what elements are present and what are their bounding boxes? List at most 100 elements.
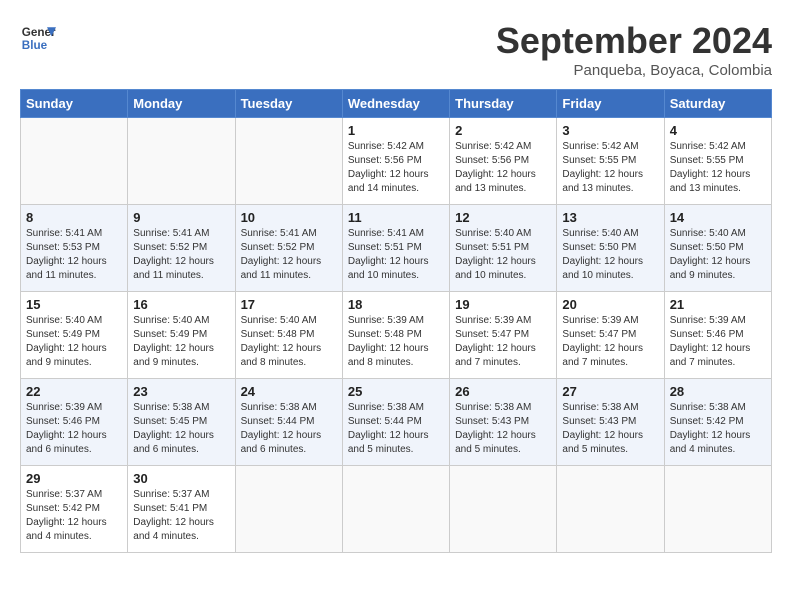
day-number: 27 bbox=[562, 384, 658, 399]
week-row-1: 1 Sunrise: 5:42 AM Sunset: 5:56 PM Daylig… bbox=[21, 118, 772, 205]
day-number: 25 bbox=[348, 384, 444, 399]
day-number: 1 bbox=[348, 123, 444, 138]
header-thursday: Thursday bbox=[450, 90, 557, 118]
day-detail: Sunrise: 5:40 AM Sunset: 5:51 PM Dayligh… bbox=[455, 227, 551, 283]
day-detail: Sunrise: 5:39 AM Sunset: 5:47 PM Dayligh… bbox=[455, 314, 551, 370]
day-number: 23 bbox=[133, 384, 229, 399]
header-wednesday: Wednesday bbox=[342, 90, 449, 118]
day-cell-12: 12 Sunrise: 5:40 AM Sunset: 5:51 PM Dayli… bbox=[450, 205, 557, 292]
day-detail: Sunrise: 5:39 AM Sunset: 5:47 PM Dayligh… bbox=[562, 314, 658, 370]
day-number: 26 bbox=[455, 384, 551, 399]
week-row-4: 22 Sunrise: 5:39 AM Sunset: 5:46 PM Dayli… bbox=[21, 379, 772, 466]
day-cell-24: 24 Sunrise: 5:38 AM Sunset: 5:44 PM Dayli… bbox=[235, 379, 342, 466]
day-detail: Sunrise: 5:41 AM Sunset: 5:51 PM Dayligh… bbox=[348, 227, 444, 283]
header-sunday: Sunday bbox=[21, 90, 128, 118]
day-cell-27: 27 Sunrise: 5:38 AM Sunset: 5:43 PM Dayli… bbox=[557, 379, 664, 466]
header-friday: Friday bbox=[557, 90, 664, 118]
logo: General Blue bbox=[20, 20, 60, 56]
day-number: 10 bbox=[241, 210, 337, 225]
day-number: 12 bbox=[455, 210, 551, 225]
day-detail: Sunrise: 5:38 AM Sunset: 5:42 PM Dayligh… bbox=[670, 401, 766, 457]
day-cell-28: 28 Sunrise: 5:38 AM Sunset: 5:42 PM Dayli… bbox=[664, 379, 771, 466]
empty-cell bbox=[557, 466, 664, 553]
day-cell-13: 13 Sunrise: 5:40 AM Sunset: 5:50 PM Dayli… bbox=[557, 205, 664, 292]
day-number: 8 bbox=[26, 210, 122, 225]
empty-cell bbox=[235, 466, 342, 553]
subtitle: Panqueba, Boyaca, Colombia bbox=[496, 62, 772, 79]
day-detail: Sunrise: 5:42 AM Sunset: 5:56 PM Dayligh… bbox=[348, 140, 444, 196]
day-cell-10: 10 Sunrise: 5:41 AM Sunset: 5:52 PM Dayli… bbox=[235, 205, 342, 292]
title-area: September 2024 Panqueba, Boyaca, Colombi… bbox=[496, 20, 772, 79]
day-detail: Sunrise: 5:38 AM Sunset: 5:44 PM Dayligh… bbox=[348, 401, 444, 457]
day-number: 30 bbox=[133, 471, 229, 486]
day-detail: Sunrise: 5:38 AM Sunset: 5:43 PM Dayligh… bbox=[455, 401, 551, 457]
day-detail: Sunrise: 5:40 AM Sunset: 5:49 PM Dayligh… bbox=[133, 314, 229, 370]
day-cell-21: 21 Sunrise: 5:39 AM Sunset: 5:46 PM Dayli… bbox=[664, 292, 771, 379]
day-number: 24 bbox=[241, 384, 337, 399]
day-number: 21 bbox=[670, 297, 766, 312]
day-number: 14 bbox=[670, 210, 766, 225]
day-number: 18 bbox=[348, 297, 444, 312]
day-detail: Sunrise: 5:40 AM Sunset: 5:49 PM Dayligh… bbox=[26, 314, 122, 370]
calendar-table: SundayMondayTuesdayWednesdayThursdayFrid… bbox=[20, 89, 772, 553]
day-number: 15 bbox=[26, 297, 122, 312]
day-detail: Sunrise: 5:39 AM Sunset: 5:48 PM Dayligh… bbox=[348, 314, 444, 370]
day-detail: Sunrise: 5:42 AM Sunset: 5:55 PM Dayligh… bbox=[562, 140, 658, 196]
day-detail: Sunrise: 5:38 AM Sunset: 5:43 PM Dayligh… bbox=[562, 401, 658, 457]
month-title: September 2024 bbox=[496, 20, 772, 62]
day-detail: Sunrise: 5:37 AM Sunset: 5:41 PM Dayligh… bbox=[133, 488, 229, 544]
day-detail: Sunrise: 5:40 AM Sunset: 5:48 PM Dayligh… bbox=[241, 314, 337, 370]
day-cell-18: 18 Sunrise: 5:39 AM Sunset: 5:48 PM Dayli… bbox=[342, 292, 449, 379]
day-number: 11 bbox=[348, 210, 444, 225]
day-cell-9: 9 Sunrise: 5:41 AM Sunset: 5:52 PM Daylig… bbox=[128, 205, 235, 292]
day-detail: Sunrise: 5:40 AM Sunset: 5:50 PM Dayligh… bbox=[562, 227, 658, 283]
empty-cell bbox=[21, 118, 128, 205]
day-detail: Sunrise: 5:37 AM Sunset: 5:42 PM Dayligh… bbox=[26, 488, 122, 544]
day-cell-26: 26 Sunrise: 5:38 AM Sunset: 5:43 PM Dayli… bbox=[450, 379, 557, 466]
day-number: 20 bbox=[562, 297, 658, 312]
header: General Blue September 2024 Panqueba, Bo… bbox=[20, 20, 772, 79]
empty-cell bbox=[664, 466, 771, 553]
day-cell-30: 30 Sunrise: 5:37 AM Sunset: 5:41 PM Dayli… bbox=[128, 466, 235, 553]
day-cell-17: 17 Sunrise: 5:40 AM Sunset: 5:48 PM Dayli… bbox=[235, 292, 342, 379]
day-detail: Sunrise: 5:41 AM Sunset: 5:52 PM Dayligh… bbox=[133, 227, 229, 283]
day-cell-25: 25 Sunrise: 5:38 AM Sunset: 5:44 PM Dayli… bbox=[342, 379, 449, 466]
day-number: 9 bbox=[133, 210, 229, 225]
day-detail: Sunrise: 5:39 AM Sunset: 5:46 PM Dayligh… bbox=[670, 314, 766, 370]
day-number: 28 bbox=[670, 384, 766, 399]
day-cell-8: 8 Sunrise: 5:41 AM Sunset: 5:53 PM Daylig… bbox=[21, 205, 128, 292]
svg-text:Blue: Blue bbox=[22, 39, 48, 52]
day-number: 2 bbox=[455, 123, 551, 138]
week-row-5: 29 Sunrise: 5:37 AM Sunset: 5:42 PM Dayli… bbox=[21, 466, 772, 553]
header-saturday: Saturday bbox=[664, 90, 771, 118]
day-detail: Sunrise: 5:41 AM Sunset: 5:53 PM Dayligh… bbox=[26, 227, 122, 283]
day-number: 3 bbox=[562, 123, 658, 138]
day-detail: Sunrise: 5:41 AM Sunset: 5:52 PM Dayligh… bbox=[241, 227, 337, 283]
day-cell-20: 20 Sunrise: 5:39 AM Sunset: 5:47 PM Dayli… bbox=[557, 292, 664, 379]
empty-cell bbox=[450, 466, 557, 553]
day-detail: Sunrise: 5:39 AM Sunset: 5:46 PM Dayligh… bbox=[26, 401, 122, 457]
day-cell-22: 22 Sunrise: 5:39 AM Sunset: 5:46 PM Dayli… bbox=[21, 379, 128, 466]
day-number: 29 bbox=[26, 471, 122, 486]
day-cell-3: 3 Sunrise: 5:42 AM Sunset: 5:55 PM Daylig… bbox=[557, 118, 664, 205]
day-detail: Sunrise: 5:40 AM Sunset: 5:50 PM Dayligh… bbox=[670, 227, 766, 283]
day-detail: Sunrise: 5:38 AM Sunset: 5:44 PM Dayligh… bbox=[241, 401, 337, 457]
empty-cell bbox=[128, 118, 235, 205]
empty-cell bbox=[235, 118, 342, 205]
day-number: 13 bbox=[562, 210, 658, 225]
calendar-header-row: SundayMondayTuesdayWednesdayThursdayFrid… bbox=[21, 90, 772, 118]
day-cell-29: 29 Sunrise: 5:37 AM Sunset: 5:42 PM Dayli… bbox=[21, 466, 128, 553]
day-number: 16 bbox=[133, 297, 229, 312]
day-cell-19: 19Sunrise: 5:39 AM Sunset: 5:47 PM Dayli… bbox=[450, 292, 557, 379]
day-detail: Sunrise: 5:42 AM Sunset: 5:55 PM Dayligh… bbox=[670, 140, 766, 196]
day-cell-1: 1 Sunrise: 5:42 AM Sunset: 5:56 PM Daylig… bbox=[342, 118, 449, 205]
day-cell-4: 4Sunrise: 5:42 AM Sunset: 5:55 PM Daylig… bbox=[664, 118, 771, 205]
day-cell-14: 14 Sunrise: 5:40 AM Sunset: 5:50 PM Dayli… bbox=[664, 205, 771, 292]
day-number: 17 bbox=[241, 297, 337, 312]
week-row-2: 8 Sunrise: 5:41 AM Sunset: 5:53 PM Daylig… bbox=[21, 205, 772, 292]
header-monday: Monday bbox=[128, 90, 235, 118]
day-cell-16: 16 Sunrise: 5:40 AM Sunset: 5:49 PM Dayli… bbox=[128, 292, 235, 379]
day-number: 22 bbox=[26, 384, 122, 399]
day-detail: Sunrise: 5:38 AM Sunset: 5:45 PM Dayligh… bbox=[133, 401, 229, 457]
day-cell-11: 11 Sunrise: 5:41 AM Sunset: 5:51 PM Dayli… bbox=[342, 205, 449, 292]
